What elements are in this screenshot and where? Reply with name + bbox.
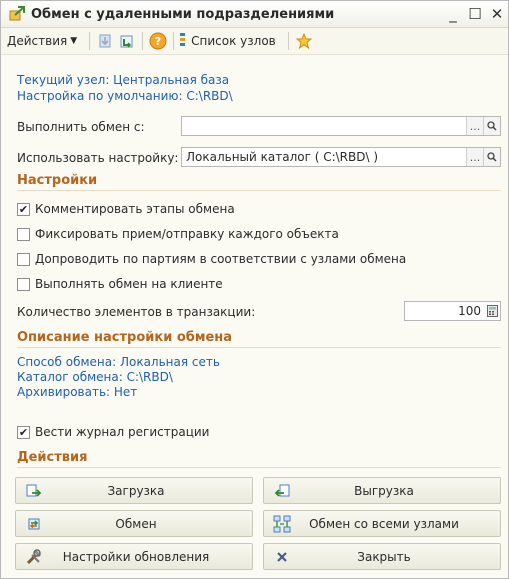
load-button-label: Загрузка <box>107 483 165 498</box>
description-section-title: Описание настройки обмена <box>17 330 233 345</box>
actions-menu-label: Действия <box>7 34 68 48</box>
update-settings-button-label: Настройки обновления <box>62 549 210 564</box>
star-icon[interactable] <box>295 32 313 50</box>
archive-info: Архивировать: Нет <box>17 385 138 399</box>
exchange-with-label: Выполнить обмен с: <box>17 120 145 134</box>
search-icon[interactable] <box>483 148 500 166</box>
toolbar-separator <box>287 32 289 50</box>
unload-button-label: Выгрузка <box>354 483 414 498</box>
svg-text:?: ? <box>155 35 161 48</box>
search-icon[interactable] <box>483 117 500 135</box>
transaction-count-field[interactable]: 100 <box>404 301 501 321</box>
help-icon[interactable]: ? <box>149 32 167 50</box>
transaction-count-value: 100 <box>458 304 481 318</box>
checkbox-label: Вести журнал регистрации <box>35 425 210 439</box>
chevron-down-icon: ▼ <box>70 36 78 46</box>
unload-icon <box>272 481 292 501</box>
checkbox-exchange-on-client[interactable]: Выполнять обмен на клиенте <box>17 277 223 291</box>
checkbox-keep-journal[interactable]: ✔ Вести журнал регистрации <box>17 425 209 439</box>
window-title: Обмен с удаленными подразделениями <box>31 6 335 22</box>
ellipsis-button[interactable]: ... <box>466 148 483 166</box>
exchange-button[interactable]: Обмен <box>15 510 253 537</box>
exchange-window: Обмен с удаленными подразделениями _ ☐ ✕… <box>0 0 509 579</box>
section-divider <box>17 467 501 468</box>
use-setting-value: Локальный каталог ( C:\RBD\ ) <box>186 150 379 164</box>
exchange-catalog-info: Каталог обмена: C:\RBD\ <box>17 370 173 384</box>
exchange-method-info: Способ обмена: Локальная сеть <box>17 355 220 369</box>
ellipsis-button[interactable]: ... <box>466 117 483 135</box>
checkbox-box[interactable]: ✔ <box>17 425 30 439</box>
close-icon <box>272 547 292 567</box>
current-node-info: Текущий узел: Центральная база <box>17 73 230 87</box>
exchange-with-field[interactable]: ... <box>181 116 501 136</box>
default-setting-info: Настройка по умолчанию: C:\RBD\ <box>17 89 233 103</box>
checkbox-comment-stages[interactable]: ✔ Комментировать этапы обмена <box>17 202 235 216</box>
tools-icon <box>24 547 44 567</box>
node-list-button[interactable]: Список узлов <box>180 32 276 50</box>
close-button[interactable]: Закрыть <box>263 543 501 570</box>
network-icon <box>272 514 292 534</box>
toolbar-separator <box>89 32 91 50</box>
checkbox-label: Комментировать этапы обмена <box>35 202 235 216</box>
checkbox-label: Фиксировать прием/отправку каждого объек… <box>35 227 339 241</box>
section-divider <box>17 347 501 348</box>
use-setting-label: Использовать настройку: <box>17 151 179 165</box>
close-button-label: Закрыть <box>357 549 411 564</box>
settings-section-title: Настройки <box>17 173 98 188</box>
actions-menu[interactable]: Действия ▼ <box>7 34 77 48</box>
title-bar[interactable]: Обмен с удаленными подразделениями _ ☐ ✕ <box>1 1 508 28</box>
checkbox-post-by-batches[interactable]: Допроводить по партиям в соответствии с … <box>17 252 406 266</box>
close-window-button[interactable]: ✕ <box>486 5 508 23</box>
checkbox-box[interactable] <box>17 277 30 291</box>
checkbox-label: Выполнять обмен на клиенте <box>35 277 223 291</box>
maximize-button[interactable]: ☐ <box>464 5 486 23</box>
exchange-button-label: Обмен <box>115 516 157 531</box>
calculator-icon[interactable] <box>484 302 500 320</box>
checkbox-box[interactable]: ✔ <box>17 202 30 216</box>
unload-button[interactable]: Выгрузка <box>263 477 501 504</box>
section-divider <box>17 190 501 191</box>
exchange-icon <box>24 514 44 534</box>
exchange-app-icon <box>9 6 25 22</box>
transaction-count-label: Количество элементов в транзакции: <box>17 305 256 319</box>
checkbox-fix-each-object[interactable]: Фиксировать прием/отправку каждого объек… <box>17 227 339 241</box>
load-icon <box>24 481 44 501</box>
toolbar-separator <box>142 32 144 50</box>
minimize-button[interactable]: _ <box>442 5 464 23</box>
checkbox-label: Допроводить по партиям в соответствии с … <box>35 252 407 266</box>
update-settings-button[interactable]: Настройки обновления <box>15 543 253 570</box>
use-setting-field[interactable]: Локальный каталог ( C:\RBD\ ) ... <box>181 147 501 167</box>
load-button[interactable]: Загрузка <box>15 477 253 504</box>
arrow-down-icon[interactable] <box>96 32 114 50</box>
node-list-label: Список узлов <box>191 34 276 48</box>
exchange-all-button-label: Обмен со всеми узлами <box>309 516 459 531</box>
exchange-all-button[interactable]: Обмен со всеми узлами <box>263 510 501 537</box>
toolbar: Действия ▼ ? Список узлов <box>1 28 508 55</box>
toolbar-separator <box>173 32 175 50</box>
checkbox-box[interactable] <box>17 252 30 266</box>
list-icon <box>180 32 186 50</box>
load-icon[interactable] <box>118 32 136 50</box>
checkbox-box[interactable] <box>17 227 30 241</box>
actions-section-title: Действия <box>17 450 88 465</box>
